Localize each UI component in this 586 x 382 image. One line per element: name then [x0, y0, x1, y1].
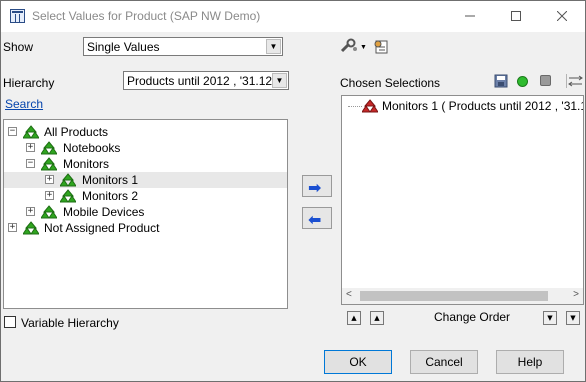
collapse-icon[interactable]: − — [8, 127, 17, 136]
hierarchy-node-icon — [60, 173, 76, 187]
tree-item-mobile-devices[interactable]: + Mobile Devices — [4, 204, 287, 220]
show-label: Show — [3, 40, 34, 54]
hierarchy-node-icon — [41, 141, 57, 155]
move-down-button[interactable]: ▼ — [543, 311, 557, 325]
arrow-right-icon: ➡ — [308, 178, 322, 197]
toggle-layout-icon[interactable] — [565, 73, 584, 89]
close-icon — [556, 10, 568, 22]
minimize-icon — [465, 15, 475, 17]
scroll-thumb[interactable] — [360, 291, 548, 301]
expand-icon[interactable]: + — [26, 207, 35, 216]
expand-icon[interactable]: + — [26, 143, 35, 152]
arrow-left-icon: ⬅ — [308, 210, 322, 229]
tree-item-label: Monitors 1 — [82, 173, 139, 187]
ok-button[interactable]: OK — [324, 350, 392, 374]
maximize-button[interactable] — [493, 1, 539, 32]
remove-selection-button[interactable]: ⬅ — [302, 207, 332, 229]
tree-item-notebooks[interactable]: + Notebooks — [4, 140, 287, 156]
move-up-icon: ▲ — [374, 314, 380, 322]
change-order-label: Change Order — [434, 310, 511, 324]
variable-icon[interactable] — [372, 37, 390, 55]
tree-item-label: Not Assigned Product — [44, 221, 160, 235]
horizontal-scrollbar[interactable]: < > — [342, 288, 583, 304]
variable-hierarchy-label: Variable Hierarchy — [21, 316, 119, 330]
tree-item-label: Monitors 2 — [82, 189, 139, 203]
chevron-down-icon[interactable]: ▼ — [272, 73, 287, 88]
chosen-selections-list[interactable]: Monitors 1 ( Products until 2012 , '31.1… — [341, 95, 584, 305]
move-up-button[interactable]: ▲ — [370, 311, 384, 325]
chosen-selections-label: Chosen Selections — [340, 76, 441, 90]
hierarchy-node-icon — [23, 221, 39, 235]
move-bottom-button[interactable]: ▼ — [566, 311, 580, 325]
tree-item-label: Mobile Devices — [63, 205, 145, 219]
collapse-icon[interactable]: − — [26, 159, 35, 168]
hierarchy-node-icon — [41, 205, 57, 219]
move-top-icon: ▲ — [351, 314, 357, 322]
tree-item-label: All Products — [44, 125, 109, 139]
scroll-right-icon[interactable]: > — [573, 289, 579, 300]
move-top-button[interactable]: ▲ — [347, 311, 361, 325]
move-bottom-icon: ▼ — [570, 314, 576, 322]
tree-item-all-products[interactable]: − All Products — [4, 124, 287, 140]
tree-item-not-assigned-product[interactable]: + Not Assigned Product — [4, 220, 287, 236]
settings-wrench-icon[interactable] — [339, 38, 359, 54]
expand-icon[interactable]: + — [45, 175, 54, 184]
settings-dropdown-icon[interactable]: ▼ — [360, 44, 367, 51]
tree-connector — [348, 106, 362, 107]
hierarchy-node-icon — [41, 157, 57, 171]
expand-icon[interactable]: + — [45, 191, 54, 200]
tree-item-monitors-1[interactable]: + Monitors 1 — [4, 172, 287, 188]
expand-icon[interactable]: + — [8, 223, 17, 232]
tree-item-monitors[interactable]: − Monitors — [4, 156, 287, 172]
add-selection-button[interactable]: ➡ — [302, 175, 332, 197]
save-icon[interactable] — [494, 74, 508, 88]
minimize-button[interactable] — [447, 1, 493, 32]
maximize-icon — [511, 11, 521, 21]
window-title: Select Values for Product (SAP NW Demo) — [32, 9, 261, 23]
show-select-value: Single Values — [87, 40, 160, 54]
help-button[interactable]: Help — [496, 350, 564, 374]
hierarchy-label: Hierarchy — [3, 76, 55, 90]
hierarchy-tree[interactable]: − All Products + Notebooks − Monitors + … — [3, 119, 288, 309]
hierarchy-select-value: Products until 2012 , '31.12.20 — [127, 74, 272, 88]
tree-item-label: Notebooks — [63, 141, 121, 155]
variable-hierarchy-checkbox[interactable] — [4, 316, 16, 328]
hierarchy-node-icon — [60, 189, 76, 203]
move-down-icon: ▼ — [547, 314, 553, 322]
chosen-item[interactable]: Monitors 1 ( Products until 2012 , '31.1… — [342, 98, 583, 114]
chosen-item-label: Monitors 1 ( Products until 2012 , '31.1… — [382, 99, 583, 113]
green-circle-icon[interactable] — [517, 76, 528, 87]
title-bar[interactable]: Select Values for Product (SAP NW Demo) — [1, 1, 585, 32]
search-link[interactable]: Search — [5, 97, 43, 111]
tree-item-label: Monitors — [63, 157, 110, 171]
tree-item-monitors-2[interactable]: + Monitors 2 — [4, 188, 287, 204]
dialog-window: Select Values for Product (SAP NW Demo) … — [0, 0, 586, 382]
scroll-left-icon[interactable]: < — [346, 289, 352, 300]
hierarchy-node-icon — [23, 125, 39, 139]
hierarchy-select[interactable]: Products until 2012 , '31.12.20 ▼ — [123, 71, 289, 90]
show-select[interactable]: Single Values ▼ — [83, 37, 283, 56]
stop-icon[interactable] — [540, 75, 551, 86]
app-icon — [10, 9, 25, 23]
cancel-button[interactable]: Cancel — [410, 350, 478, 374]
close-button[interactable] — [539, 1, 585, 32]
hierarchy-node-red-icon — [362, 99, 378, 113]
chevron-down-icon[interactable]: ▼ — [266, 39, 281, 54]
